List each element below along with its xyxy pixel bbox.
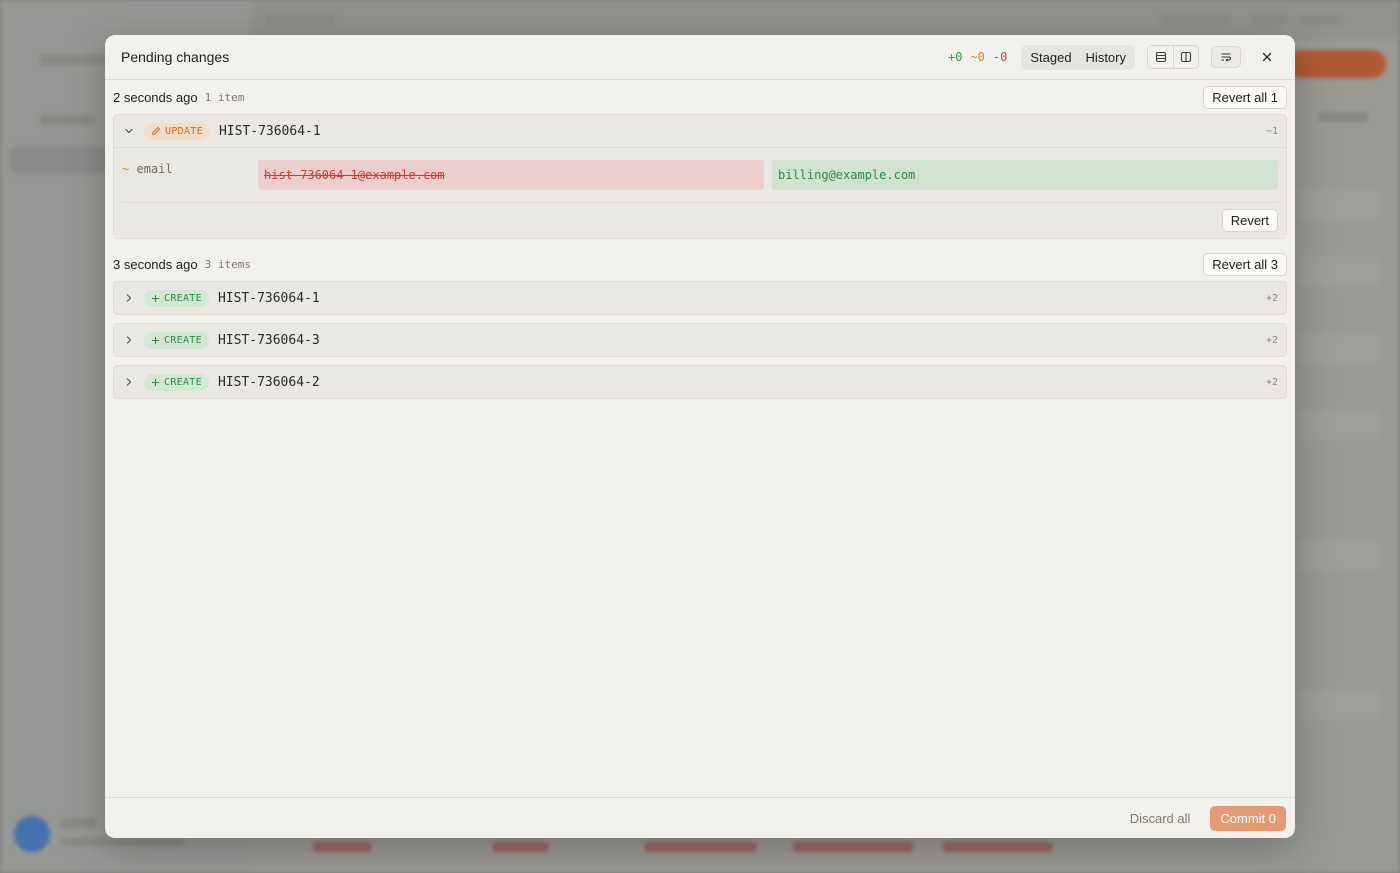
record-id: HIST-736064-1 <box>218 123 321 139</box>
create-badge: CREATE <box>144 331 209 349</box>
badge-label: CREATE <box>164 376 202 388</box>
pencil-icon <box>152 127 160 135</box>
record-id: HIST-736064-1 <box>217 290 320 306</box>
badge-label: UPDATE <box>165 125 203 137</box>
discard-all-button[interactable]: Discard all <box>1130 811 1191 826</box>
plus-icon <box>152 336 159 344</box>
layout-toggle <box>1147 45 1199 69</box>
badge-label: CREATE <box>164 292 202 304</box>
pending-changes-modal: Pending changes +0 ~0 -0 Staged History <box>105 35 1295 838</box>
change-item-header[interactable]: CREATE HIST-736064-1 +2 <box>114 282 1286 314</box>
change-item-header[interactable]: UPDATE HIST-736064-1 ~1 <box>114 115 1286 147</box>
rows-icon <box>1155 51 1166 63</box>
change-group-header: 2 seconds ago 1 item Revert all 1 <box>113 80 1287 114</box>
wrap-text-icon <box>1221 53 1231 62</box>
unified-view-button[interactable] <box>1148 46 1173 68</box>
change-item: CREATE HIST-736064-3 +2 <box>113 323 1287 357</box>
record-id: HIST-736064-2 <box>217 374 320 390</box>
added-count: +0 <box>947 50 963 64</box>
group-count: 3 items <box>204 257 251 271</box>
field-label: email <box>136 162 173 176</box>
plus-icon <box>152 294 159 302</box>
change-item: CREATE HIST-736064-2 +2 <box>113 365 1287 399</box>
header-controls: +0 ~0 -0 Staged History <box>948 44 1279 70</box>
field-name: ~ email <box>122 160 258 176</box>
revert-all-button[interactable]: Revert all 1 <box>1203 85 1287 109</box>
close-button[interactable] <box>1255 45 1279 69</box>
change-item: CREATE HIST-736064-1 +2 <box>113 281 1287 315</box>
close-icon <box>1262 52 1272 62</box>
create-badge: CREATE <box>144 373 209 391</box>
modal-title: Pending changes <box>121 49 230 65</box>
modified-count: ~0 <box>970 50 985 64</box>
revert-all-button[interactable]: Revert all 3 <box>1203 252 1287 276</box>
change-item: UPDATE HIST-736064-1 ~1 ~ email hist-736… <box>113 114 1287 239</box>
record-id: HIST-736064-3 <box>217 332 320 348</box>
new-value: billing@example.com <box>772 160 1278 190</box>
chevron-right-icon[interactable] <box>122 375 136 389</box>
modal-header: Pending changes +0 ~0 -0 Staged History <box>105 35 1295 80</box>
split-view-button[interactable] <box>1173 46 1198 68</box>
badge-label: CREATE <box>164 334 202 346</box>
group-time: 2 seconds ago <box>113 89 198 105</box>
deleted-count: -0 <box>992 50 1008 64</box>
commit-button[interactable]: Commit 0 <box>1210 805 1286 831</box>
change-delta: +2 <box>1265 376 1278 388</box>
tab-history[interactable]: History <box>1079 47 1133 68</box>
chevron-right-icon[interactable] <box>122 333 136 347</box>
tab-staged[interactable]: Staged <box>1023 46 1079 68</box>
view-tabs: Staged History <box>1021 44 1135 70</box>
field-diff: ~ email hist-736064-1@example.com billin… <box>114 147 1286 238</box>
change-delta: ~1 <box>1265 125 1278 137</box>
modified-marker: ~ <box>122 162 130 176</box>
modal-footer: Discard all Commit 0 <box>105 797 1295 838</box>
old-value: hist-736064-1@example.com <box>258 160 764 190</box>
plus-icon <box>152 378 159 386</box>
create-badge: CREATE <box>144 289 209 307</box>
change-delta: +2 <box>1265 334 1278 346</box>
columns-icon <box>1180 51 1192 63</box>
change-delta: +2 <box>1265 292 1278 304</box>
modal-body: 2 seconds ago 1 item Revert all 1 UPDATE… <box>113 80 1287 407</box>
chevron-down-icon[interactable] <box>122 124 136 138</box>
update-badge: UPDATE <box>144 122 210 140</box>
revert-button[interactable]: Revert <box>1221 209 1278 232</box>
wrap-text-button[interactable] <box>1211 46 1241 68</box>
diff-actions: Revert <box>122 203 1278 238</box>
group-time: 3 seconds ago <box>113 256 198 272</box>
group-count: 1 item <box>204 90 245 104</box>
diff-row: ~ email hist-736064-1@example.com billin… <box>122 160 1278 203</box>
change-counts: +0 ~0 -0 <box>948 50 1007 64</box>
change-item-header[interactable]: CREATE HIST-736064-3 +2 <box>114 324 1286 356</box>
chevron-right-icon[interactable] <box>122 291 136 305</box>
change-item-header[interactable]: CREATE HIST-736064-2 +2 <box>114 366 1286 398</box>
change-group-header: 3 seconds ago 3 items Revert all 3 <box>113 247 1287 281</box>
